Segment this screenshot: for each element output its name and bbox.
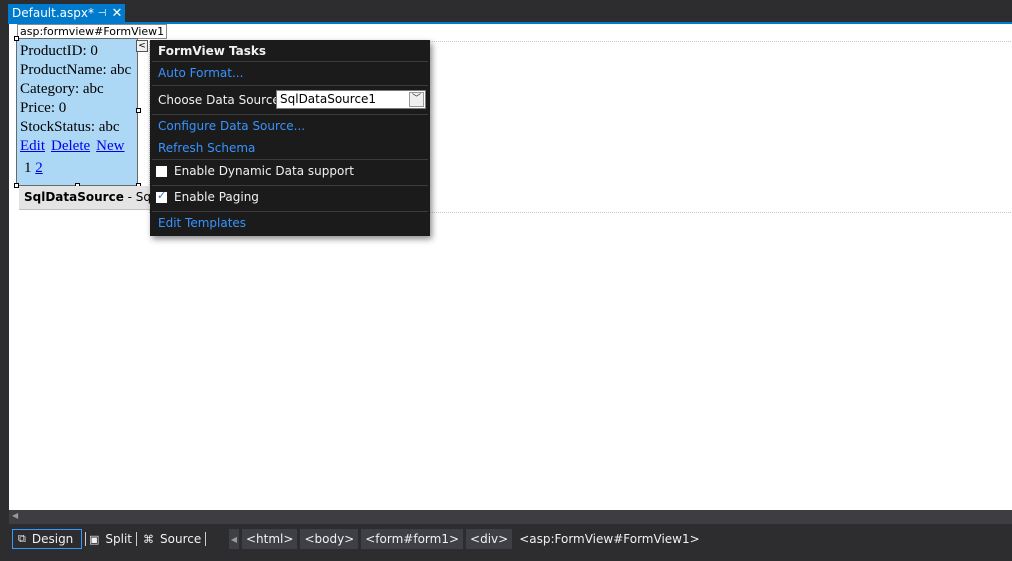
formview-tasks-panel: FormView Tasks Auto Format... Choose Dat… [150, 40, 430, 236]
enable-dynamic-data-checkbox[interactable] [156, 166, 167, 177]
smart-tag-collapse-icon[interactable]: < [136, 40, 148, 52]
formview-control[interactable]: ProductID: 0 ProductName: abc Category: … [16, 38, 138, 186]
breadcrumb-item-form[interactable]: <form#form1> [361, 529, 464, 549]
design-view-button[interactable]: ⧉ Design [12, 529, 82, 549]
divider [152, 185, 428, 186]
tasks-title: FormView Tasks [158, 44, 266, 58]
field-category: Category: abc [20, 81, 104, 97]
breadcrumb-item-html[interactable]: <html> [242, 529, 298, 549]
resize-handle[interactable] [14, 36, 19, 41]
scroll-left-icon[interactable]: ◀ [12, 511, 18, 520]
field-price: Price: 0 [20, 100, 67, 116]
auto-format-link[interactable]: Auto Format... [158, 66, 243, 80]
refresh-schema-link[interactable]: Refresh Schema [158, 141, 255, 155]
divider [136, 532, 137, 546]
design-view-icon: ⧉ [18, 532, 26, 545]
field-product-name: ProductName: abc [20, 62, 132, 78]
edit-templates-link[interactable]: Edit Templates [158, 216, 246, 230]
document-tab-strip: Default.aspx* ⊣ ✕ [0, 0, 1012, 22]
data-source-select[interactable]: SqlDataSource1 ﹀ [276, 90, 426, 109]
field-stock-status: StockStatus: abc [20, 119, 120, 135]
datasource-name: SqlDataSource [24, 190, 124, 204]
sql-datasource-control[interactable]: SqlDataSource - SqlDat [19, 186, 159, 210]
source-view-button[interactable]: ⌘ Source [138, 529, 206, 549]
enable-paging-label[interactable]: Enable Paging [174, 190, 259, 204]
pin-icon[interactable]: ⊣ [95, 8, 109, 19]
delete-link[interactable]: Delete [51, 138, 90, 154]
data-source-select-value: SqlDataSource1 [280, 92, 377, 106]
chevron-down-icon[interactable]: ﹀ [409, 92, 424, 107]
breadcrumb: ◀ <html> <body> <form#form1> <div> <asp:… [229, 529, 707, 549]
source-view-icon: ⌘ [143, 532, 154, 546]
divider [152, 159, 428, 160]
edit-link[interactable]: Edit [20, 138, 45, 154]
divider [152, 211, 428, 212]
pager: 1 2 [20, 159, 137, 178]
breadcrumb-item-body[interactable]: <body> [300, 529, 359, 549]
divider [205, 532, 206, 546]
resize-handle[interactable] [136, 108, 141, 113]
configure-data-source-link[interactable]: Configure Data Source... [158, 119, 305, 133]
breadcrumb-item-div[interactable]: <div> [466, 529, 513, 549]
choose-data-source-label: Choose Data Source: [158, 93, 284, 107]
checkmark-icon: ✓ [157, 189, 167, 202]
enable-paging-checkbox[interactable]: ✓ [156, 189, 167, 203]
control-tag-label: asp:formview#FormView1 [17, 24, 168, 39]
divider [152, 114, 428, 115]
document-tab[interactable]: Default.aspx* ⊣ ✕ [8, 4, 125, 22]
split-view-icon: ▣ [89, 532, 100, 546]
divider [152, 61, 428, 62]
close-icon[interactable]: ✕ [109, 6, 125, 21]
divider [152, 85, 428, 86]
enable-dynamic-data-label[interactable]: Enable Dynamic Data support [174, 164, 354, 178]
document-tab-title: Default.aspx* [12, 6, 94, 20]
pager-page-1: 1 [24, 160, 32, 176]
design-view-label: Design [31, 532, 74, 546]
breadcrumb-scroll-left-icon[interactable]: ◀ [229, 529, 239, 549]
new-link[interactable]: New [96, 138, 124, 154]
view-switcher-bar: ⧉ Design ▣ Split ⌘ Source ◀ <html> <body> <… [8, 524, 1012, 554]
source-view-label: Source [160, 532, 202, 546]
horizontal-scrollbar[interactable]: ◀ [9, 510, 1012, 524]
breadcrumb-item-formview[interactable]: <asp:FormView#FormView1> [515, 529, 704, 549]
split-view-button[interactable]: ▣ Split [84, 529, 137, 549]
pager-page-2[interactable]: 2 [35, 160, 43, 176]
field-product-id: ProductID: 0 [20, 43, 98, 59]
split-view-label: Split [105, 532, 133, 546]
